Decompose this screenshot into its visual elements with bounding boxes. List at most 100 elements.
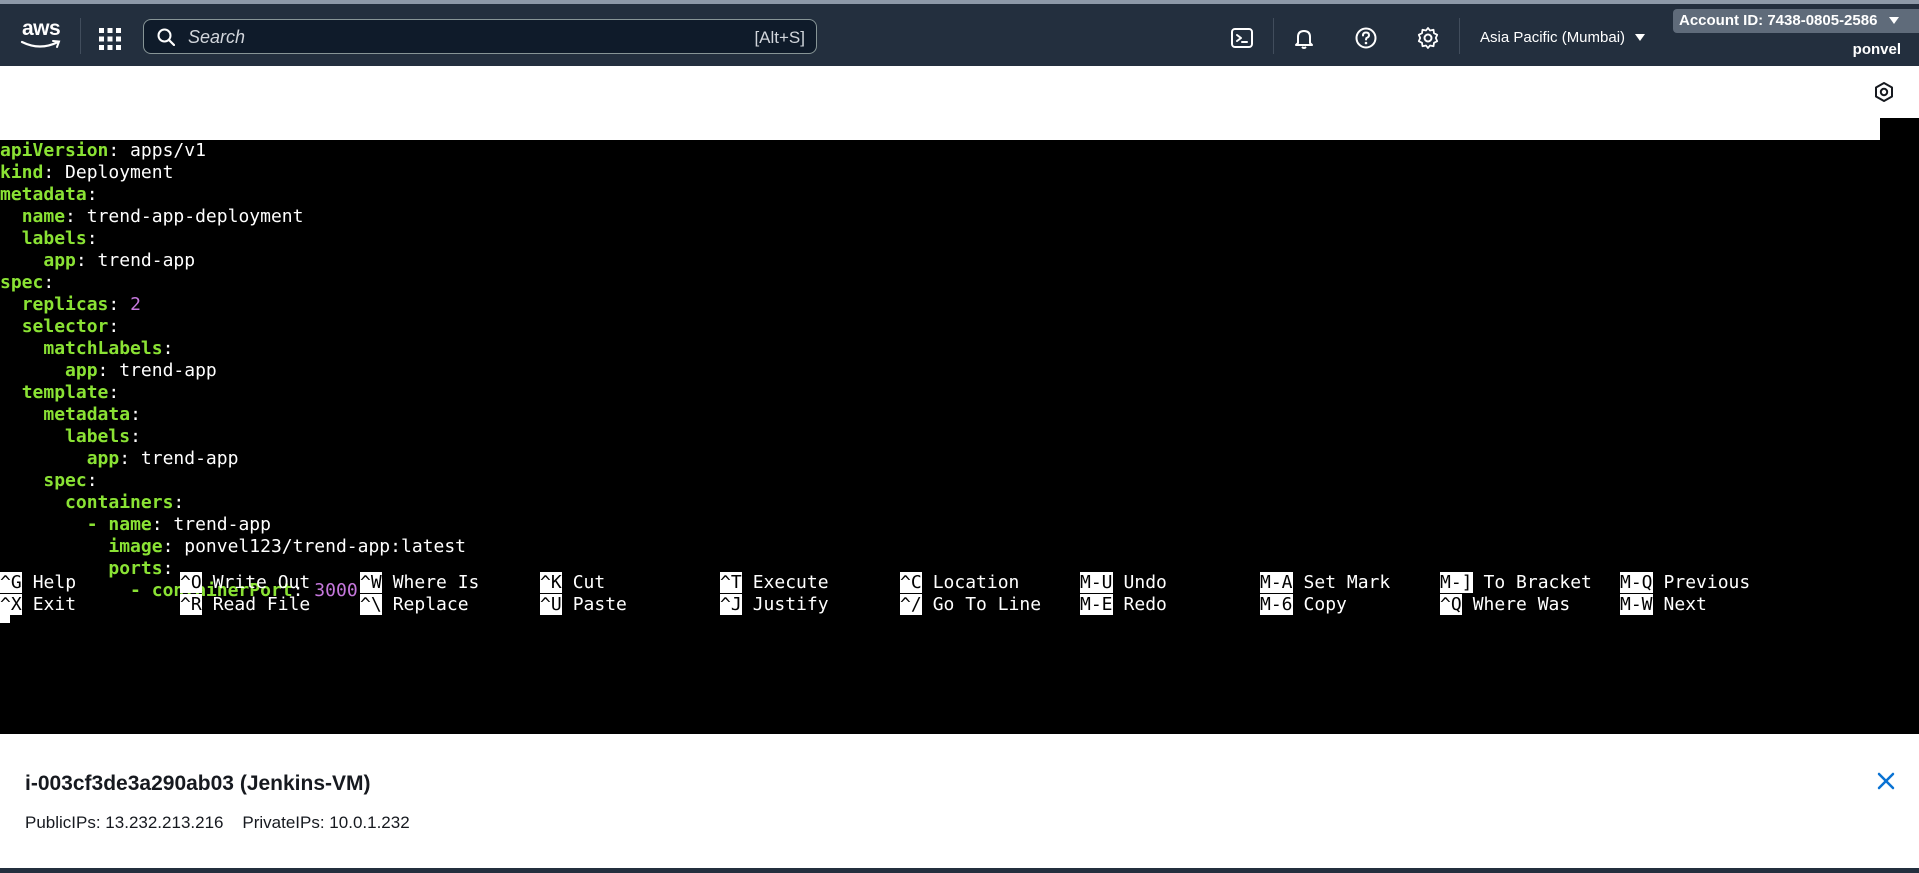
settings-gear-icon[interactable]	[1416, 26, 1440, 50]
nano-shortcut: M-A Set Mark	[1260, 572, 1390, 594]
close-icon[interactable]	[1875, 770, 1897, 792]
search-placeholder: Search	[188, 27, 246, 47]
yaml-indent	[0, 426, 65, 447]
terminal-window[interactable]: GNU nano 7.2 deployment.yaml apiVersion:…	[0, 118, 1919, 734]
aws-top-navigation: aws Search [Alt+S] Asia Pacific (Mumbai)…	[0, 0, 1919, 66]
session-manager-header	[0, 66, 1919, 118]
yaml-indent	[0, 228, 22, 249]
shortcut-key: ^O	[180, 572, 202, 593]
yaml-colon: :	[43, 272, 55, 293]
shortcut-label: Execute	[752, 572, 829, 593]
shortcut-key: M-Q	[1620, 572, 1653, 593]
yaml-value: ponvel123/trend-app:latest	[173, 536, 467, 557]
notifications-bell-icon[interactable]	[1292, 26, 1316, 50]
yaml-key: matchLabels	[43, 338, 163, 359]
yaml-value: trend-app	[162, 514, 271, 535]
shortcut-key: ^G	[0, 572, 22, 593]
shortcut-key: ^W	[360, 572, 382, 593]
nano-shortcut: ^W Where Is	[360, 572, 479, 594]
yaml-indent	[0, 536, 108, 557]
yaml-value: trend-app	[108, 360, 217, 381]
shortcut-key: ^J	[720, 594, 742, 615]
yaml-indent	[0, 250, 43, 271]
apps-grid-icon[interactable]	[99, 28, 121, 50]
account-id-badge[interactable]: Account ID: 7438-0805-2586	[1673, 9, 1919, 33]
yaml-colon: :	[173, 492, 185, 513]
yaml-key: metadata	[0, 184, 87, 205]
instance-info-panel: i-003cf3de3a290ab03 (Jenkins-VM) PublicI…	[0, 734, 1919, 868]
yaml-key: name	[21, 206, 66, 227]
yaml-key: name	[108, 514, 152, 535]
yaml-key: labels	[65, 426, 131, 447]
region-caret-icon[interactable]	[1635, 34, 1645, 41]
shortcut-label: Justify	[752, 594, 829, 615]
nano-shortcut: ^K Cut	[540, 572, 605, 594]
yaml-colon: :	[130, 404, 141, 425]
help-icon[interactable]	[1354, 26, 1378, 50]
yaml-key: image	[108, 536, 163, 557]
search-shortcut-hint: [Alt+S]	[754, 28, 805, 47]
yaml-line: containers:	[0, 492, 184, 514]
yaml-key: app	[43, 250, 76, 271]
yaml-indent	[0, 316, 22, 337]
page-bottom-border	[0, 868, 1919, 873]
region-selector[interactable]: Asia Pacific (Mumbai)	[1480, 29, 1625, 46]
yaml-value: 2	[119, 294, 141, 315]
nano-shortcut: ^G Help	[0, 572, 76, 594]
shortcut-key: ^U	[540, 594, 562, 615]
yaml-colon: :	[108, 316, 120, 337]
search-icon	[157, 28, 175, 46]
yaml-value: 3000	[303, 580, 358, 601]
cloudshell-icon[interactable]	[1230, 26, 1254, 50]
shortcut-key: ^\	[360, 594, 382, 615]
public-ips: PublicIPs: 13.232.213.216	[25, 813, 224, 832]
aws-wordmark: aws	[22, 17, 61, 40]
yaml-colon: :	[75, 250, 87, 271]
yaml-colon: :	[162, 536, 174, 557]
nano-shortcut: M-] To Bracket	[1440, 572, 1592, 594]
shortcut-key: ^K	[540, 572, 562, 593]
yaml-line: kind: Deployment	[0, 162, 173, 184]
yaml-line: spec:	[0, 272, 54, 294]
shortcut-label: Paste	[572, 594, 627, 615]
nano-shortcut: M-Q Previous	[1620, 572, 1750, 594]
yaml-line: spec:	[0, 470, 97, 492]
yaml-line: labels:	[0, 228, 98, 250]
yaml-colon: :	[108, 140, 120, 161]
nano-shortcut: ^T Execute	[720, 572, 829, 594]
yaml-indent	[0, 404, 43, 425]
nano-title-bar: GNU nano 7.2 deployment.yaml	[0, 118, 1880, 183]
yaml-colon: :	[86, 184, 98, 205]
account-caret-icon[interactable]	[1889, 17, 1899, 24]
aws-logo[interactable]: aws	[20, 17, 62, 53]
shortcut-key: ^C	[900, 572, 922, 593]
yaml-colon: :	[162, 558, 174, 579]
search-input[interactable]: Search [Alt+S]	[143, 19, 817, 54]
instance-ips: PublicIPs: 13.232.213.216 PrivateIPs: 10…	[25, 813, 410, 833]
shortcut-key: ^R	[180, 594, 202, 615]
shortcut-key: ^/	[900, 594, 922, 615]
nano-shortcut: ^/ Go To Line	[900, 594, 1041, 616]
yaml-indent	[0, 382, 22, 403]
shortcut-label: Exit	[32, 594, 77, 615]
shortcut-label: Write Out	[212, 572, 311, 593]
shortcut-label: Read File	[212, 594, 311, 615]
shortcut-key: M-U	[1080, 572, 1113, 593]
yaml-key: labels	[21, 228, 87, 249]
nano-shortcut: ^Q Where Was	[1440, 594, 1570, 616]
yaml-key: app	[65, 360, 98, 381]
yaml-list-dash: -	[130, 580, 152, 601]
yaml-key: selector	[21, 316, 109, 337]
yaml-line: labels:	[0, 426, 141, 448]
yaml-colon: :	[119, 448, 131, 469]
yaml-key: template	[21, 382, 109, 403]
nano-shortcut: ^R Read File	[180, 594, 310, 616]
shortcut-key: ^T	[720, 572, 742, 593]
session-preferences-icon[interactable]	[1873, 81, 1895, 103]
shortcut-label: Set Mark	[1303, 572, 1391, 593]
shortcut-label: Replace	[392, 594, 469, 615]
shortcut-label: Help	[32, 572, 77, 593]
nano-shortcut: ^C Location	[900, 572, 1019, 594]
user-menu[interactable]: ponvel	[1853, 41, 1901, 58]
yaml-colon: :	[86, 228, 98, 249]
